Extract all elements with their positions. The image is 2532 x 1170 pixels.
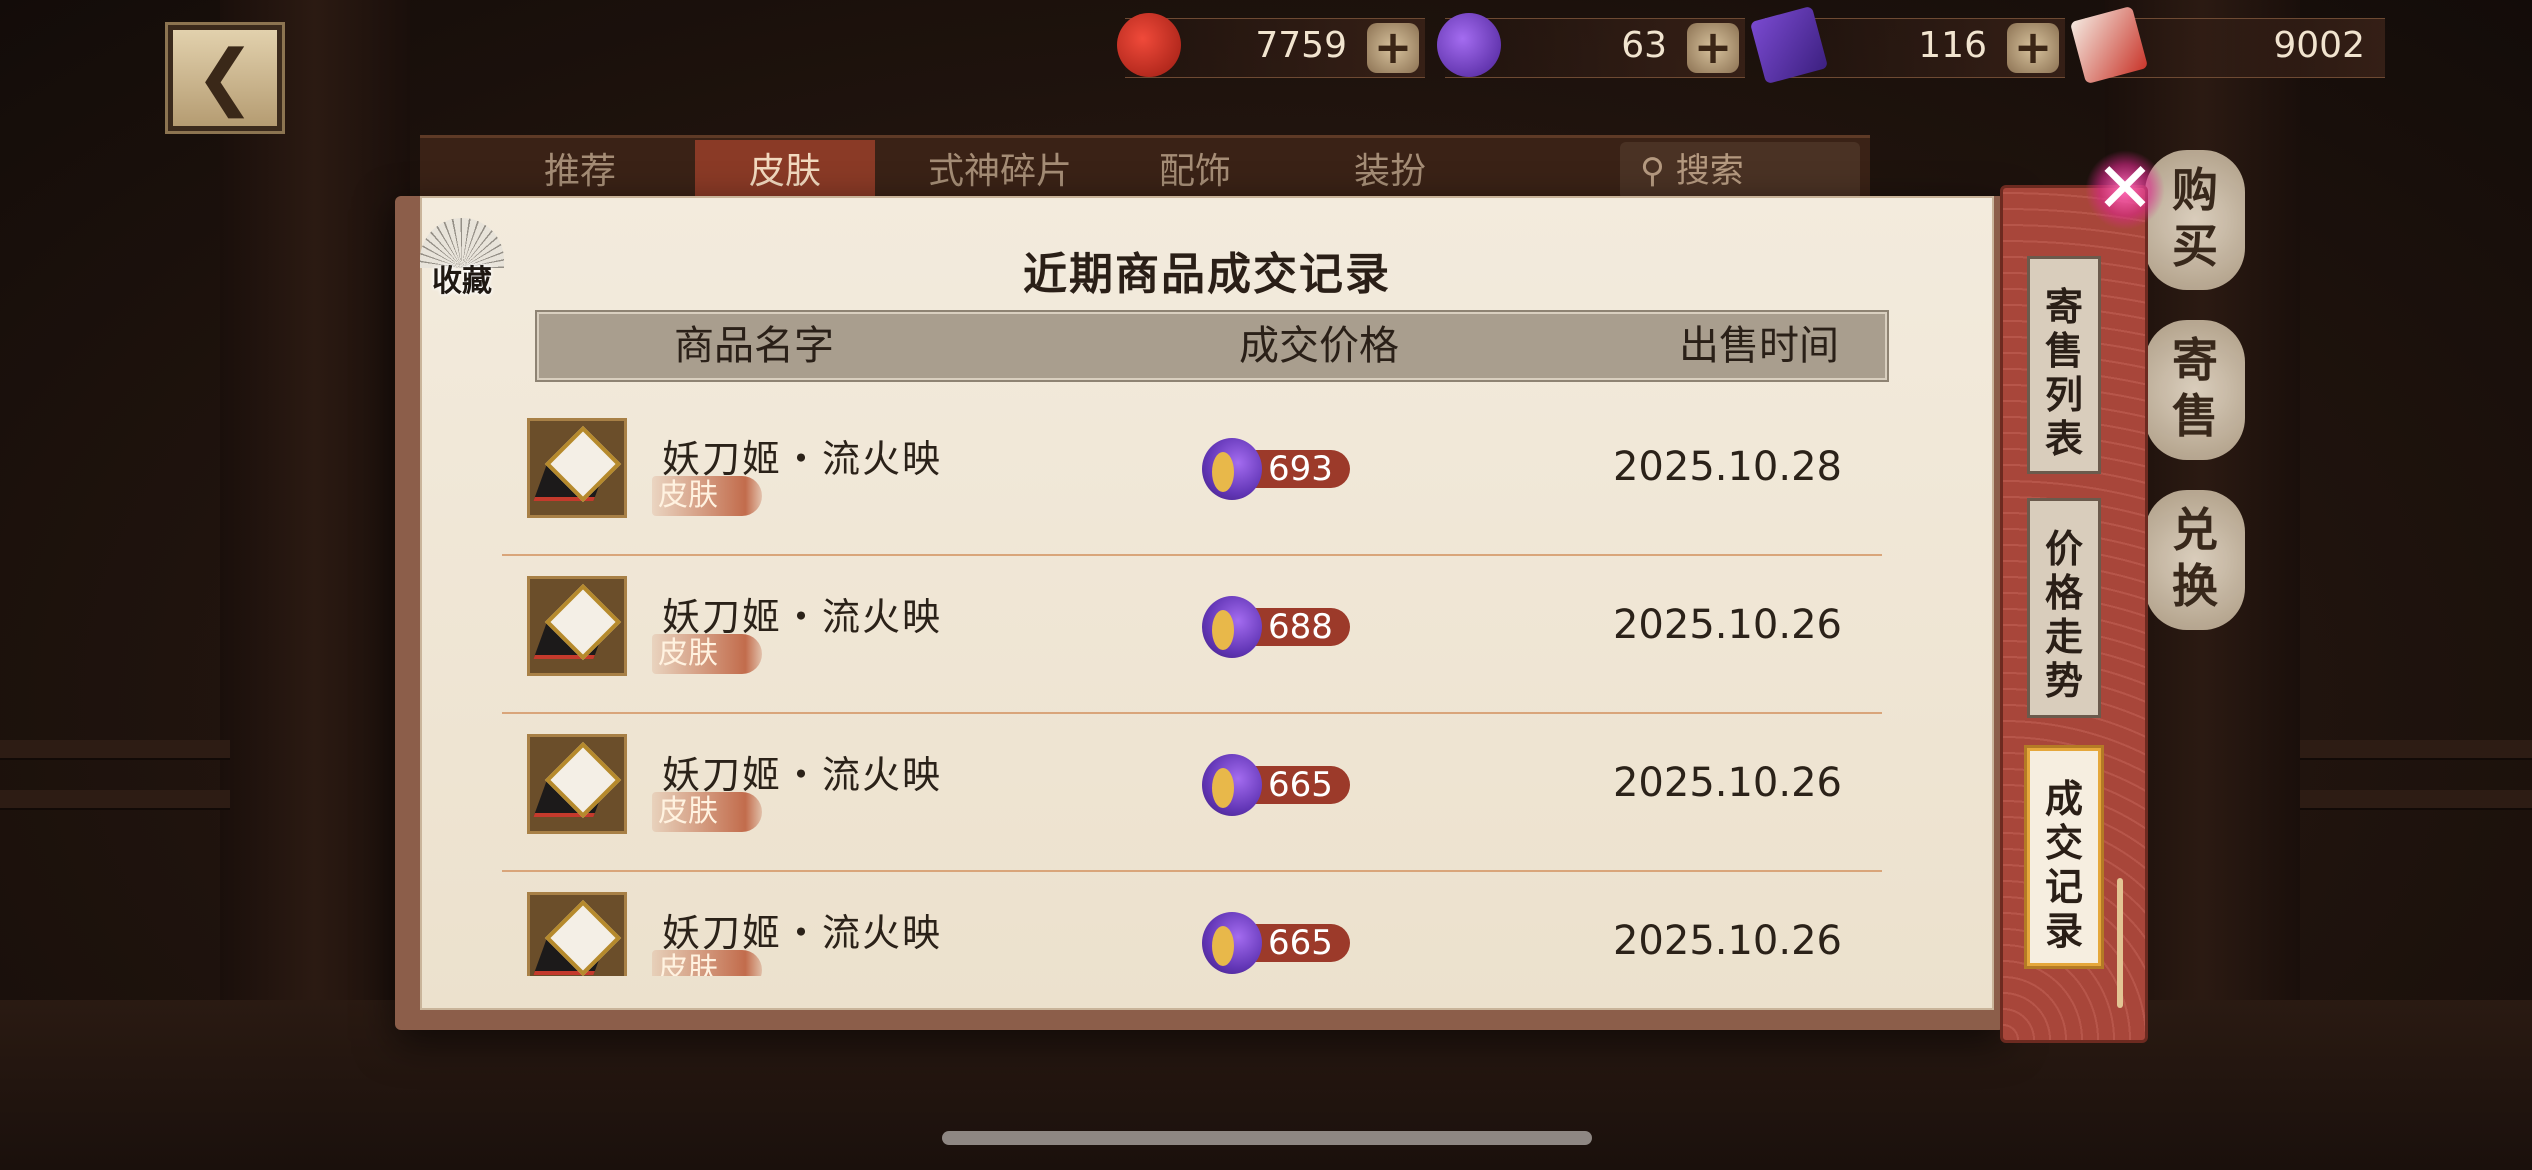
home-indicator[interactable] [942, 1131, 1592, 1145]
price-value: 665 [1268, 923, 1333, 963]
gouyu-coin-icon [1202, 596, 1262, 658]
table-row[interactable]: 妖刀姬・流火映 皮肤 688 2025.10.26 [502, 556, 1882, 714]
price-value: 688 [1268, 607, 1333, 647]
table-row[interactable]: 妖刀姬・流火映 皮肤 665 2025.10.26 [502, 714, 1882, 872]
sale-date: 2025.10.28 [1612, 444, 1842, 490]
add-currency-button[interactable]: + [2007, 23, 2059, 73]
tab-skin[interactable]: 皮肤 [695, 140, 875, 204]
dialog-side-tabs: 寄售列表 价格走势 成交记录 [2000, 185, 2148, 1043]
price-value: 665 [1268, 765, 1333, 805]
header-price: 成交价格 [1239, 323, 1399, 369]
item-tag: 皮肤 [652, 476, 762, 516]
tab-price-trend[interactable]: 价格走势 [2027, 498, 2101, 718]
table-row[interactable]: 妖刀姬・流火映 皮肤 693 2025.10.28 [502, 398, 1882, 556]
tab-decoration[interactable]: 装扮 [1300, 140, 1480, 204]
header-name: 商品名字 [674, 323, 834, 369]
scroll-indicator[interactable] [2117, 878, 2123, 1008]
close-icon: ✕ [2095, 147, 2155, 229]
search-input[interactable]: ⚲ 搜索 [1620, 142, 1860, 200]
back-button[interactable]: ❮ [168, 25, 282, 131]
header-time: 出售时间 [1679, 323, 1839, 369]
item-name: 妖刀姬・流火映 [662, 437, 943, 481]
table-header: 商品名字 成交价格 出售时间 [535, 310, 1889, 382]
dialog-paper: 收藏 近期商品成交记录 商品名字 成交价格 出售时间 妖刀姬・流火映 皮肤 69… [420, 196, 1994, 1010]
tab-consign-list[interactable]: 寄售列表 [2027, 256, 2101, 474]
tab-trade-records[interactable]: 成交记录 [2027, 748, 2101, 966]
item-thumbnail [527, 892, 627, 976]
record-list[interactable]: 妖刀姬・流火映 皮肤 693 2025.10.28 妖刀姬・流火映 皮肤 688… [502, 398, 1882, 976]
tab-shikigami-shards[interactable]: 式神碎片 [900, 140, 1100, 204]
item-name: 妖刀姬・流火映 [662, 595, 943, 639]
item-thumbnail [527, 418, 627, 518]
consign-menu-button[interactable]: 寄售 [2145, 320, 2245, 460]
price-display: 688 [1202, 596, 1352, 658]
right-rail-lower [2300, 790, 2532, 808]
sale-date: 2025.10.26 [1612, 918, 1842, 964]
item-tag: 皮肤 [652, 634, 762, 674]
currency-value: 116 [1918, 25, 1987, 66]
price-display: 693 [1202, 438, 1352, 500]
dialog-title: 近期商品成交记录 [1023, 249, 1391, 300]
gouyu-coin-icon [1202, 754, 1262, 816]
tab-accessories[interactable]: 配饰 [1105, 140, 1285, 204]
currency-purple-ticket: 116 + [1749, 5, 2065, 85]
item-name: 妖刀姬・流火映 [662, 911, 943, 955]
currency-red-magatama: 7759 + [1117, 13, 1425, 78]
tab-recommend[interactable]: 推荐 [490, 140, 670, 204]
left-pillar [220, 0, 410, 1170]
add-currency-button[interactable]: + [1687, 23, 1739, 73]
item-thumbnail [527, 734, 627, 834]
item-tag: 皮肤 [652, 950, 762, 976]
back-arrow-icon: ❮ [194, 34, 256, 118]
item-thumbnail [527, 576, 627, 676]
currency-purple-magatama: 63 + [1437, 13, 1745, 78]
left-rail-lower [0, 790, 230, 808]
exchange-menu-button[interactable]: 兑换 [2145, 490, 2245, 630]
price-display: 665 [1202, 754, 1352, 816]
gouyu-coin-icon [1202, 912, 1262, 974]
price-value: 693 [1268, 449, 1333, 489]
purple-magatama-icon [1437, 13, 1501, 77]
price-display: 665 [1202, 912, 1352, 974]
close-button[interactable]: ✕ [2085, 150, 2165, 230]
left-rail [0, 740, 230, 758]
item-tag: 皮肤 [652, 792, 762, 832]
trade-records-dialog: 收藏 近期商品成交记录 商品名字 成交价格 出售时间 妖刀姬・流火映 皮肤 69… [395, 196, 2005, 1030]
add-currency-button[interactable]: + [1367, 23, 1419, 73]
search-label: 搜索 [1675, 151, 1744, 191]
currency-red-charm: 9002 [2069, 5, 2385, 85]
sale-date: 2025.10.26 [1612, 760, 1842, 806]
right-rail [2300, 740, 2532, 758]
red-magatama-icon [1117, 13, 1181, 77]
currency-value: 9002 [2273, 25, 2365, 66]
gouyu-coin-icon [1202, 438, 1262, 500]
currency-value: 7759 [1255, 25, 1347, 66]
sale-date: 2025.10.26 [1612, 602, 1842, 648]
currency-value: 63 [1621, 25, 1667, 66]
item-name: 妖刀姬・流火映 [662, 753, 943, 797]
table-row[interactable]: 妖刀姬・流火映 皮肤 665 2025.10.26 [502, 872, 1882, 976]
